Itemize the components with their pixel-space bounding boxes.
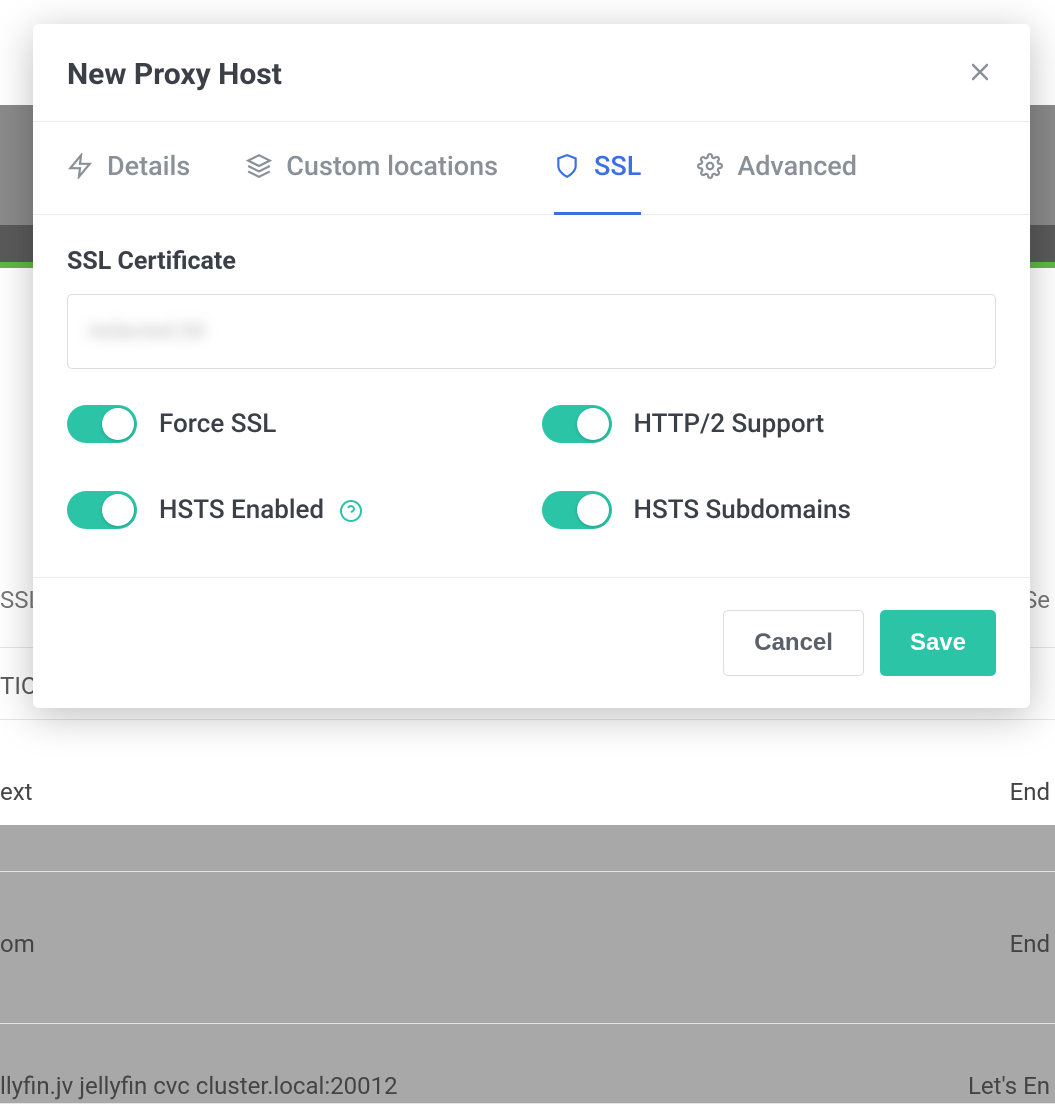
tab-label: Advanced xyxy=(737,150,857,182)
bg-text: End xyxy=(1010,930,1050,958)
tab-details[interactable]: Details xyxy=(67,122,190,215)
shield-icon xyxy=(554,153,580,179)
modal-body: SSL Certificate redacted.tld Force SSL H… xyxy=(33,215,1030,577)
gear-icon xyxy=(697,153,723,179)
modal-title: New Proxy Host xyxy=(67,57,282,92)
hsts-subdomains-label: HSTS Subdomains xyxy=(634,495,851,525)
hsts-subdomains-row: HSTS Subdomains xyxy=(542,491,997,529)
new-proxy-host-modal: New Proxy Host Details Custom locations … xyxy=(33,24,1030,708)
http2-toggle[interactable] xyxy=(542,405,612,443)
modal-footer: Cancel Save xyxy=(33,577,1030,708)
tab-custom-locations[interactable]: Custom locations xyxy=(246,122,498,215)
save-button[interactable]: Save xyxy=(880,610,996,676)
modal-header: New Proxy Host xyxy=(33,24,1030,122)
bg-text: om xyxy=(0,930,35,958)
bg-text: End xyxy=(1010,778,1050,806)
close-icon xyxy=(968,58,992,91)
force-ssl-row: Force SSL xyxy=(67,405,522,443)
http2-label: HTTP/2 Support xyxy=(634,409,825,439)
cancel-button[interactable]: Cancel xyxy=(723,610,864,676)
ssl-certificate-value: redacted.tld xyxy=(88,319,205,344)
tab-ssl[interactable]: SSL xyxy=(554,122,641,215)
tab-label: Details xyxy=(107,150,190,182)
layers-icon xyxy=(246,153,272,179)
hsts-subdomains-toggle[interactable] xyxy=(542,491,612,529)
tab-label: SSL xyxy=(594,150,641,182)
hsts-enabled-toggle[interactable] xyxy=(67,491,137,529)
bg-text: Let's En xyxy=(968,1072,1050,1100)
bg-text: ext xyxy=(0,778,32,806)
help-icon[interactable] xyxy=(339,499,363,523)
hsts-enabled-row: HSTS Enabled xyxy=(67,491,522,529)
http2-row: HTTP/2 Support xyxy=(542,405,997,443)
bg-text: TIO xyxy=(0,672,37,700)
hsts-enabled-label: HSTS Enabled xyxy=(159,495,363,525)
ssl-certificate-select[interactable]: redacted.tld xyxy=(67,294,996,369)
ssl-certificate-label: SSL Certificate xyxy=(67,247,996,276)
bg-text: llyfin.jv jellyfin cvc cluster.local:200… xyxy=(0,1072,398,1100)
zap-icon xyxy=(67,153,93,179)
ssl-toggle-grid: Force SSL HTTP/2 Support HSTS Enabled HS… xyxy=(67,405,996,529)
tab-advanced[interactable]: Advanced xyxy=(697,122,857,215)
force-ssl-toggle[interactable] xyxy=(67,405,137,443)
force-ssl-label: Force SSL xyxy=(159,409,276,439)
hsts-enabled-text: HSTS Enabled xyxy=(159,495,324,525)
modal-tabs: Details Custom locations SSL Advanced xyxy=(33,122,1030,215)
tab-label: Custom locations xyxy=(286,150,498,182)
close-button[interactable] xyxy=(964,56,996,93)
